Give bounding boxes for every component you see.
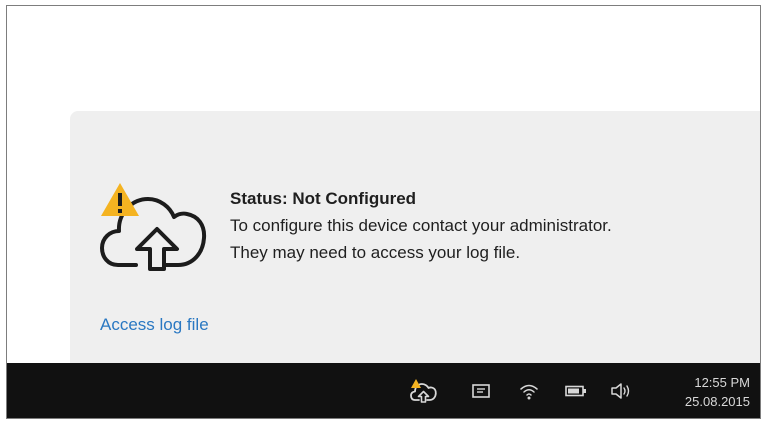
status-message-block: Status: Not Configured To configure this… [230,186,612,266]
taskbar-clock[interactable]: 12:55 PM 25.08.2015 [670,373,750,411]
clock-date: 25.08.2015 [684,394,750,409]
wifi-icon[interactable] [519,379,539,403]
battery-icon[interactable] [565,379,587,403]
status-title: Status: Not Configured [230,189,417,208]
taskbar: 12:55 PM 25.08.2015 [7,363,760,418]
action-center-icon[interactable] [472,379,490,403]
access-log-file-link[interactable]: Access log file [100,315,209,335]
cloud-upload-warning-icon [100,183,210,273]
status-message-line-2: They may need to access your log file. [230,243,521,262]
cloud-upload-warning-icon[interactable] [410,379,440,403]
clock-time: 12:55 PM [694,375,750,390]
status-message-line-1: To configure this device contact your ad… [230,216,612,235]
volume-icon[interactable] [610,379,632,403]
status-flyout: Status: Not Configured To configure this… [70,111,760,367]
screen-frame: Status: Not Configured To configure this… [6,5,761,419]
